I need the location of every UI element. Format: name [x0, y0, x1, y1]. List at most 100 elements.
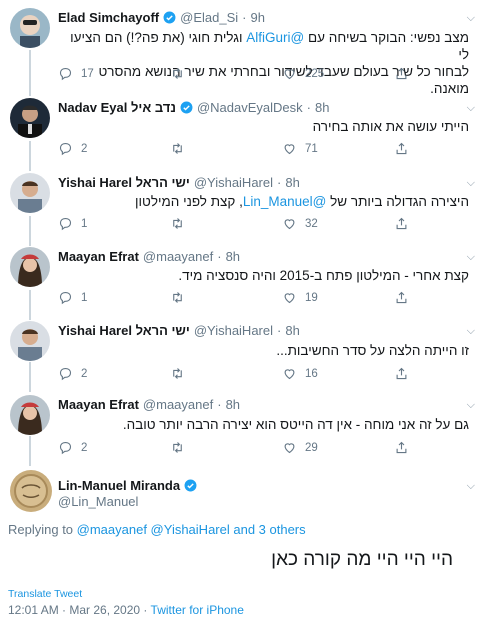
like-button[interactable]: 32: [282, 216, 318, 231]
reply-count: 2: [81, 367, 88, 380]
tweet-text-part: , קצת לפני המילטון: [135, 194, 243, 209]
author-handle[interactable]: @NadavEyalDesk: [197, 100, 303, 115]
separator-dot: ·: [217, 397, 222, 412]
tweet-text-part: היצירה הגדולה ביותר של: [326, 194, 469, 209]
share-button[interactable]: [394, 141, 409, 156]
like-count: 19: [305, 291, 318, 304]
reply-button[interactable]: 1: [58, 290, 87, 305]
tweet-time[interactable]: 8h: [226, 397, 240, 412]
avatar[interactable]: [10, 98, 50, 138]
mention-link[interactable]: @AlfiGuri: [246, 30, 304, 45]
share-button[interactable]: [394, 66, 409, 81]
chevron-down-icon[interactable]: ⌵: [467, 251, 475, 264]
like-button[interactable]: 19: [282, 290, 318, 305]
author-handle[interactable]: @YishaiHarel: [194, 323, 273, 338]
retweet-icon: [173, 368, 182, 379]
author-handle[interactable]: @Lin_Manuel: [58, 494, 138, 509]
chevron-down-icon[interactable]: ⌵: [467, 399, 475, 412]
tweet[interactable]: Maayan Efrat @maayanef · 8h ⌵ קצת אחרי -…: [0, 239, 489, 313]
reply-icon: [59, 217, 72, 231]
separator-dot: ·: [277, 175, 282, 190]
tweet-text: קצת אחרי - המילטון פתח ב-2015 והיה סנסצי…: [178, 268, 469, 283]
author-handle[interactable]: @Elad_Si: [180, 10, 238, 25]
like-icon: [284, 69, 295, 80]
like-button[interactable]: 225: [282, 66, 324, 81]
share-icon: [396, 217, 407, 230]
like-button[interactable]: 16: [282, 366, 318, 381]
author-name[interactable]: Lin-Manuel Miranda: [58, 478, 180, 493]
translate-tweet-link[interactable]: Translate Tweet: [8, 588, 82, 600]
author-name[interactable]: Nadav Eyal נדב איל: [58, 100, 176, 115]
reply-count: 2: [81, 142, 88, 155]
author-name[interactable]: Maayan Efrat: [58, 249, 139, 264]
reply-button[interactable]: 2: [58, 141, 87, 156]
share-button[interactable]: [394, 440, 409, 455]
reply-button[interactable]: 2: [58, 440, 87, 455]
share-button[interactable]: [394, 216, 409, 231]
separator-dot: ·: [306, 100, 311, 115]
separator-dot: ·: [217, 249, 222, 264]
retweet-icon: [173, 442, 182, 453]
tweet-meta: 12:01 AM · Mar 26, 2020 · Twitter for iP…: [8, 603, 244, 617]
tweet-text: הייתי עושה את אותה בחירה: [312, 119, 469, 134]
avatar[interactable]: [10, 321, 50, 361]
tweet[interactable]: Elad Simchayoff @Elad_Si · 9h ⌵ מצב נפשי…: [0, 0, 489, 96]
tweet[interactable]: Yishai Harel ישי הראל @YishaiHarel · 8h …: [0, 313, 489, 387]
tweet-time[interactable]: 9h: [251, 10, 265, 25]
share-button[interactable]: [394, 290, 409, 305]
author-name[interactable]: Yishai Harel ישי הראל: [58, 323, 190, 338]
avatar[interactable]: [10, 173, 50, 213]
tweet[interactable]: Yishai Harel ישי הראל @YishaiHarel · 8h …: [0, 165, 489, 239]
avatar[interactable]: [10, 8, 50, 48]
avatar[interactable]: [10, 247, 50, 287]
avatar[interactable]: [10, 470, 52, 512]
share-icon: [396, 67, 407, 80]
retweet-button[interactable]: [170, 66, 193, 81]
like-icon: [284, 443, 295, 454]
tweet[interactable]: Nadav Eyal נדב איל @NadavEyalDesk · 8h ⌵…: [0, 90, 489, 165]
author-handle[interactable]: @YishaiHarel: [194, 175, 273, 190]
like-icon: [284, 369, 295, 380]
retweet-icon: [173, 68, 182, 79]
like-button[interactable]: 29: [282, 440, 318, 455]
reply-button[interactable]: 1: [58, 216, 87, 231]
mention-link[interactable]: @Lin_Manuel: [243, 194, 327, 209]
chevron-down-icon[interactable]: ⌵: [467, 480, 475, 493]
retweet-icon: [173, 143, 182, 154]
chevron-down-icon[interactable]: ⌵: [467, 102, 475, 115]
avatar[interactable]: [10, 395, 50, 435]
retweet-button[interactable]: [170, 216, 193, 231]
reply-count: 1: [81, 217, 88, 230]
retweet-button[interactable]: [170, 366, 193, 381]
tweet-time[interactable]: 8h: [226, 249, 240, 264]
tweet-source-link[interactable]: Twitter for iPhone: [151, 603, 244, 617]
retweet-button[interactable]: [170, 440, 193, 455]
share-button[interactable]: [394, 366, 409, 381]
tweet-time[interactable]: 8h: [285, 323, 299, 338]
like-button[interactable]: 71: [282, 141, 318, 156]
retweet-button[interactable]: [170, 290, 193, 305]
author-name[interactable]: Elad Simchayoff: [58, 10, 159, 25]
chevron-down-icon[interactable]: ⌵: [467, 177, 475, 190]
tweet[interactable]: Maayan Efrat @maayanef · 8h ⌵ גם על זה א…: [0, 387, 489, 461]
author-name[interactable]: Yishai Harel ישי הראל: [58, 175, 190, 190]
author-handle[interactable]: @maayanef: [143, 397, 213, 412]
tweet-timestamp[interactable]: 12:01 AM · Mar 26, 2020 ·: [8, 603, 151, 617]
author-name[interactable]: Maayan Efrat: [58, 397, 139, 412]
chevron-down-icon[interactable]: ⌵: [467, 325, 475, 338]
author-handle[interactable]: @maayanef: [143, 249, 213, 264]
reply-button[interactable]: 17: [58, 66, 94, 81]
reply-icon: [59, 441, 72, 455]
like-count: 71: [305, 142, 318, 155]
share-icon: [396, 367, 407, 380]
reply-icon: [59, 67, 72, 81]
tweet-time[interactable]: 8h: [315, 100, 329, 115]
tweet-text: היצירה הגדולה ביותר של @Lin_Manuel, קצת …: [59, 193, 469, 210]
tweet-time[interactable]: 8h: [285, 175, 299, 190]
tweet-text: מצב נפשי: הבוקר בשיחה עם @AlfiGuri וגלית…: [59, 29, 469, 97]
chevron-down-icon[interactable]: ⌵: [467, 12, 475, 25]
reply-button[interactable]: 2: [58, 366, 87, 381]
separator-dot: ·: [277, 323, 282, 338]
replying-to-users-link[interactable]: @maayanef @YishaiHarel and 3 others: [77, 522, 306, 537]
retweet-button[interactable]: [170, 141, 193, 156]
